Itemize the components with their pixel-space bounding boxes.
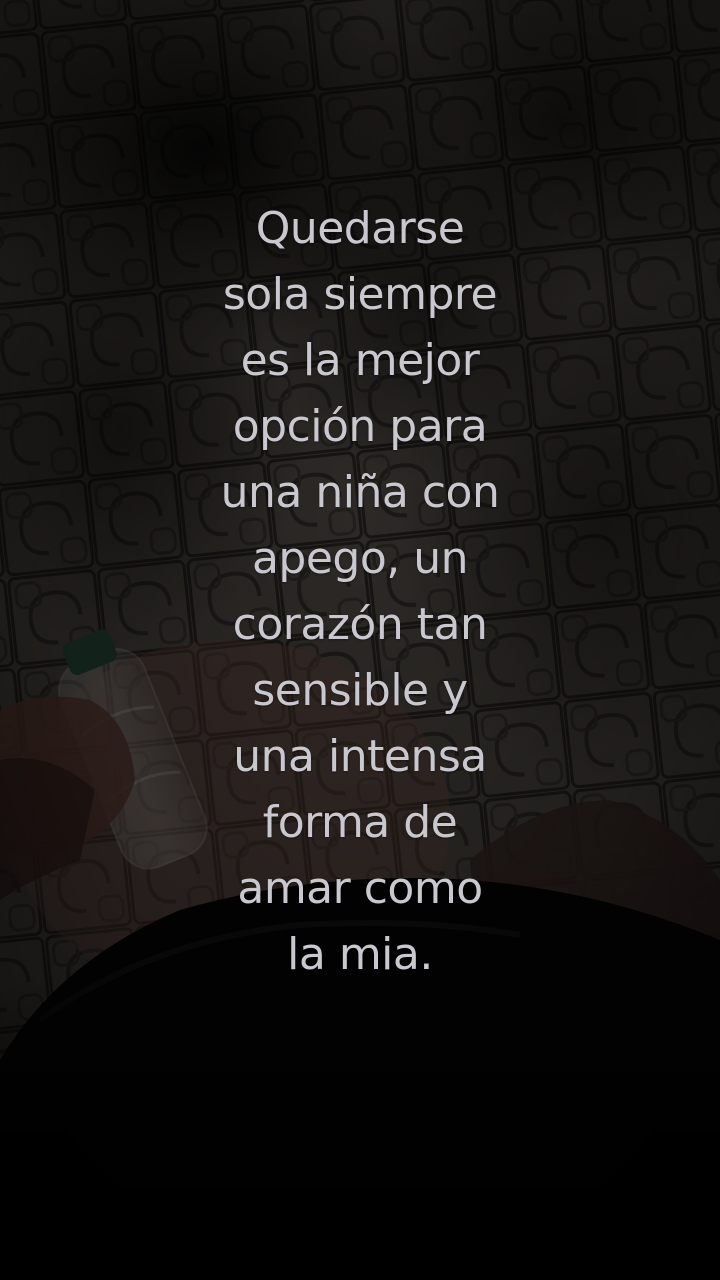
caption-line: la mia. [287,929,433,980]
caption-line: una intensa [233,731,487,782]
caption-line: opción para [232,401,488,452]
caption-line: forma de [262,797,458,848]
caption-line: es la mejor [240,335,480,386]
caption-line: sensible y [252,665,468,716]
photo-scene: Quedarse sola siempre es la mejor opción… [0,0,720,1280]
caption-line: una niña con [220,467,500,518]
caption-line: apego, un [251,533,469,584]
caption-line: sola siempre [222,269,498,320]
caption-line: corazón tan [232,599,488,650]
caption-line: amar como [237,863,483,914]
quote-caption: Quedarse sola siempre es la mejor opción… [160,196,560,988]
caption-line: Quedarse [255,203,465,254]
